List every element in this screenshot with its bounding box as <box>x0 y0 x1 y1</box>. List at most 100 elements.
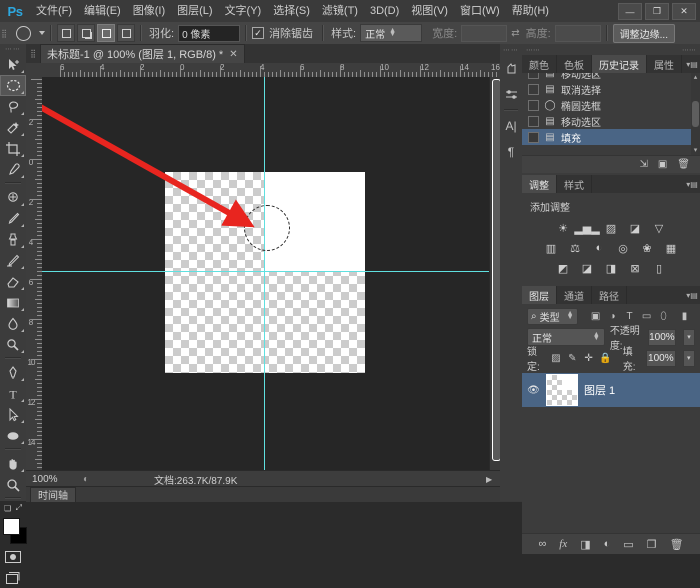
tool-healing-brush[interactable] <box>0 187 26 208</box>
menu-image[interactable]: 图像(I) <box>127 0 171 22</box>
collapsed-panel-grip[interactable]: ⋯⋯ <box>500 44 522 55</box>
layer-name[interactable]: 图层 1 <box>584 382 615 398</box>
layers-panel-menu-icon[interactable]: ▾▤ <box>684 286 700 304</box>
document-tab-grip[interactable]: ⣿ <box>26 44 40 63</box>
layer-list[interactable]: 👁 图层 1 <box>522 373 700 533</box>
tab-swatches[interactable]: 色板 <box>557 55 592 73</box>
menu-file[interactable]: 文件(F) <box>30 0 78 22</box>
tool-gradient[interactable] <box>0 292 26 313</box>
minimize-button[interactable]: — <box>618 3 642 20</box>
tool-pen[interactable] <box>0 362 26 383</box>
menu-3d[interactable]: 3D(D) <box>364 0 405 22</box>
tool-clone-stamp[interactable] <box>0 229 26 250</box>
history-source-checkbox[interactable] <box>528 132 539 143</box>
status-menu-arrow-icon[interactable]: ▶ <box>486 475 500 484</box>
history-panel-menu-icon[interactable]: ▾▤ <box>684 55 700 73</box>
scrollbar-thumb[interactable] <box>692 101 699 127</box>
elliptical-selection-marquee[interactable] <box>244 205 290 251</box>
create-document-icon[interactable]: ⇲ <box>639 159 647 170</box>
menu-filter[interactable]: 滤镜(T) <box>316 0 364 22</box>
height-input[interactable] <box>555 25 601 42</box>
adjustments-panel-menu-icon[interactable]: ▾▤ <box>684 175 700 193</box>
vibrance-icon[interactable]: ▽ <box>652 221 667 235</box>
pixel-filter-icon[interactable]: ▣ <box>589 309 603 323</box>
ruler-corner[interactable] <box>26 63 43 78</box>
delete-icon[interactable]: 🗑 <box>677 159 690 170</box>
lock-all-icon[interactable]: 🔒 <box>599 351 611 365</box>
tool-ellipse-shape[interactable] <box>0 425 26 446</box>
tool-lasso[interactable] <box>0 96 26 117</box>
antialias-checkbox[interactable]: ✓ <box>252 27 264 39</box>
new-adjustment-icon[interactable]: ◐ <box>604 538 611 550</box>
character-mini-icon[interactable]: A| <box>500 113 522 139</box>
status-info-icon[interactable]: ◐ <box>78 474 94 485</box>
zoom-level[interactable]: 100% <box>26 474 78 485</box>
layer-style-icon[interactable]: fx <box>559 538 567 550</box>
history-item[interactable]: ▤ 移动选区 <box>522 113 700 129</box>
tool-preset-chevron-down-icon[interactable] <box>39 31 45 35</box>
history-source-checkbox[interactable] <box>528 84 539 95</box>
tool-path-selection[interactable] <box>0 404 26 425</box>
vertical-ruler[interactable]: 2 0 2 4 6 8 10 12 14 <box>26 77 43 470</box>
tab-layers[interactable]: 图层 <box>522 286 557 304</box>
delete-layer-icon[interactable]: 🗑 <box>670 538 684 551</box>
lock-image-icon[interactable]: ✎ <box>567 351 578 365</box>
tool-preset-picker[interactable] <box>10 24 36 42</box>
tool-history-brush[interactable] <box>0 250 26 271</box>
posterize-icon[interactable]: ◪ <box>580 261 595 275</box>
link-layers-icon[interactable]: ∞ <box>538 538 546 550</box>
tab-history[interactable]: 历史记录 <box>592 55 647 73</box>
refine-edge-button[interactable]: 调整边缘... <box>613 24 675 43</box>
menu-window[interactable]: 窗口(W) <box>454 0 506 22</box>
snapshot-icon[interactable]: ▣ <box>658 159 667 170</box>
intersect-selection-button[interactable] <box>117 24 135 42</box>
selective-color-icon[interactable]: ⊠ <box>628 261 643 275</box>
layer-thumbnail[interactable] <box>546 374 578 406</box>
gradient-map-icon[interactable]: ▯ <box>652 261 667 275</box>
filter-toggle-icon[interactable]: ▮ <box>678 309 692 323</box>
shape-filter-icon[interactable]: ▭ <box>640 309 654 323</box>
add-selection-button[interactable] <box>77 24 95 42</box>
close-document-icon[interactable]: ✕ <box>229 49 237 60</box>
fill-stepper-icon[interactable]: ▾ <box>683 350 695 367</box>
menu-edit[interactable]: 编辑(E) <box>78 0 127 22</box>
dock-grip[interactable]: ⋯⋯⋯⋯ <box>522 44 700 55</box>
levels-icon[interactable]: ▂▅▂ <box>580 221 595 235</box>
opacity-stepper-icon[interactable]: ▾ <box>683 329 695 346</box>
exposure-icon[interactable]: ◪ <box>628 221 643 235</box>
style-select[interactable]: 正常 ▲▼ <box>360 24 422 42</box>
tab-properties[interactable]: 属性 <box>647 55 682 73</box>
menu-select[interactable]: 选择(S) <box>267 0 316 22</box>
tool-move[interactable] <box>0 54 26 75</box>
opacity-input[interactable]: 100% <box>648 329 676 346</box>
new-selection-button[interactable] <box>57 24 75 42</box>
tool-type[interactable]: T <box>0 383 26 404</box>
layer-mask-icon[interactable]: ◨ <box>580 538 590 551</box>
tool-crop[interactable] <box>0 138 26 159</box>
history-source-checkbox[interactable] <box>528 116 539 127</box>
swap-dimensions-icon[interactable]: ⇄ <box>511 28 519 39</box>
smart-object-filter-icon[interactable]: ⬯ <box>657 309 671 323</box>
tool-eyedropper[interactable] <box>0 159 26 180</box>
tools-panel-grip[interactable]: ⋯⋯ <box>0 44 26 54</box>
channel-mixer-icon[interactable]: ❀ <box>640 241 655 255</box>
scroll-up-icon[interactable]: ▴ <box>691 73 700 82</box>
scroll-down-icon[interactable]: ▾ <box>691 146 700 155</box>
hue-saturation-icon[interactable]: ▥ <box>544 241 559 255</box>
history-item-active[interactable]: ▤ 填充 <box>522 129 700 145</box>
screen-mode-button[interactable] <box>0 567 26 588</box>
eye-icon[interactable]: 👁 <box>527 385 540 396</box>
subtract-selection-button[interactable] <box>97 24 115 42</box>
history-source-checkbox[interactable] <box>528 100 539 111</box>
menu-view[interactable]: 视图(V) <box>405 0 454 22</box>
curves-icon[interactable]: ▨ <box>604 221 619 235</box>
horizontal-guide[interactable] <box>42 271 500 272</box>
history-item[interactable]: ◯ 椭圆选框 <box>522 97 700 113</box>
tab-channels[interactable]: 通道 <box>557 286 592 304</box>
history-item[interactable]: ▤ 取消选择 <box>522 81 700 97</box>
paragraph-mini-icon[interactable]: ¶ <box>500 139 522 165</box>
tab-adjustments[interactable]: 调整 <box>522 175 557 193</box>
foreground-color-swatch[interactable] <box>3 518 20 535</box>
width-input[interactable] <box>461 25 507 42</box>
threshold-icon[interactable]: ◨ <box>604 261 619 275</box>
